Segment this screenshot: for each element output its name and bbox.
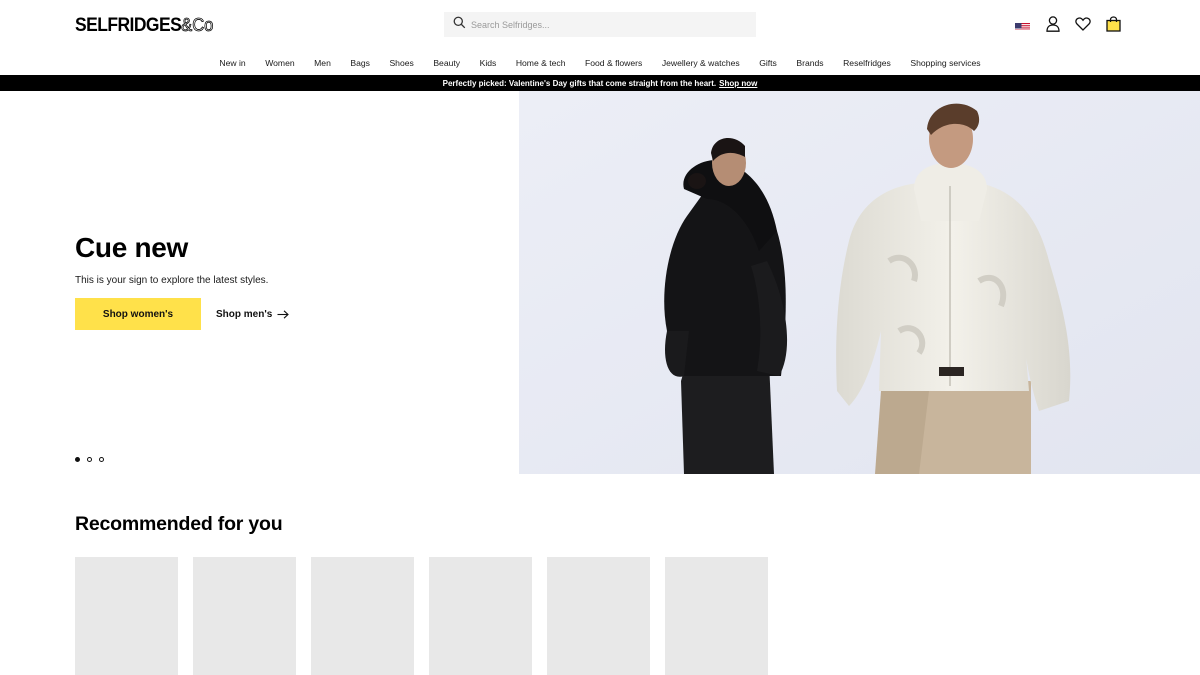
shop-mens-label: Shop men's (216, 308, 273, 320)
account-icon[interactable] (1045, 16, 1061, 32)
shopping-bag-icon[interactable] (1105, 16, 1121, 32)
nav-item-new-in[interactable]: New in (210, 56, 256, 70)
main-navigation: New in Women Men Bags Shoes Beauty Kids … (0, 56, 1200, 70)
product-card-placeholder[interactable] (311, 557, 414, 675)
product-card-placeholder[interactable] (193, 557, 296, 675)
nav-item-women[interactable]: Women (255, 56, 304, 70)
product-card-placeholder[interactable] (665, 557, 768, 675)
search-input[interactable] (471, 19, 741, 30)
promo-shop-now-link[interactable]: Shop now (719, 79, 757, 88)
nav-item-brands[interactable]: Brands (787, 56, 834, 70)
hero-subtitle: This is your sign to explore the latest … (75, 275, 269, 286)
promo-text: Perfectly picked: Valentine's Day gifts … (442, 78, 717, 88)
recommended-title: Recommended for you (75, 513, 283, 535)
search-icon (453, 16, 466, 34)
nav-item-gifts[interactable]: Gifts (749, 56, 786, 70)
carousel-dot-1[interactable] (75, 457, 80, 462)
product-card-placeholder[interactable] (75, 557, 178, 675)
nav-item-bags[interactable]: Bags (341, 56, 380, 70)
hero-title: Cue new (75, 232, 189, 263)
product-card-placeholder[interactable] (429, 557, 532, 675)
header-icons (1015, 16, 1121, 32)
nav-item-shopping-services[interactable]: Shopping services (901, 56, 991, 70)
carousel-dot-2[interactable] (87, 457, 92, 462)
nav-item-reselfridges[interactable]: Reselfridges (833, 56, 900, 70)
carousel-dots (75, 457, 104, 462)
nav-item-jewellery-watches[interactable]: Jewellery & watches (652, 56, 749, 70)
recommended-carousel (75, 557, 768, 675)
search-bar[interactable] (444, 12, 756, 37)
promo-banner: Perfectly picked: Valentine's Day gifts … (0, 75, 1200, 91)
carousel-dot-3[interactable] (99, 457, 104, 462)
product-card-placeholder[interactable] (547, 557, 650, 675)
nav-item-shoes[interactable]: Shoes (380, 56, 424, 70)
arrow-right-icon (277, 309, 290, 319)
shop-womens-button[interactable]: Shop women's (75, 298, 201, 330)
shop-mens-link[interactable]: Shop men's (216, 306, 290, 322)
selfridges-logo[interactable]: SELFRIDGES&Co (75, 14, 214, 37)
nav-item-home-tech[interactable]: Home & tech (506, 56, 575, 70)
nav-item-food-flowers[interactable]: Food & flowers (575, 56, 652, 70)
us-flag-icon[interactable] (1015, 20, 1030, 30)
site-header: SELFRIDGES&Co (0, 0, 1200, 50)
nav-item-men[interactable]: Men (304, 56, 340, 70)
wishlist-heart-icon[interactable] (1075, 16, 1091, 32)
nav-item-kids[interactable]: Kids (470, 56, 506, 70)
nav-item-beauty[interactable]: Beauty (424, 56, 470, 70)
hero-image[interactable] (519, 91, 1200, 474)
